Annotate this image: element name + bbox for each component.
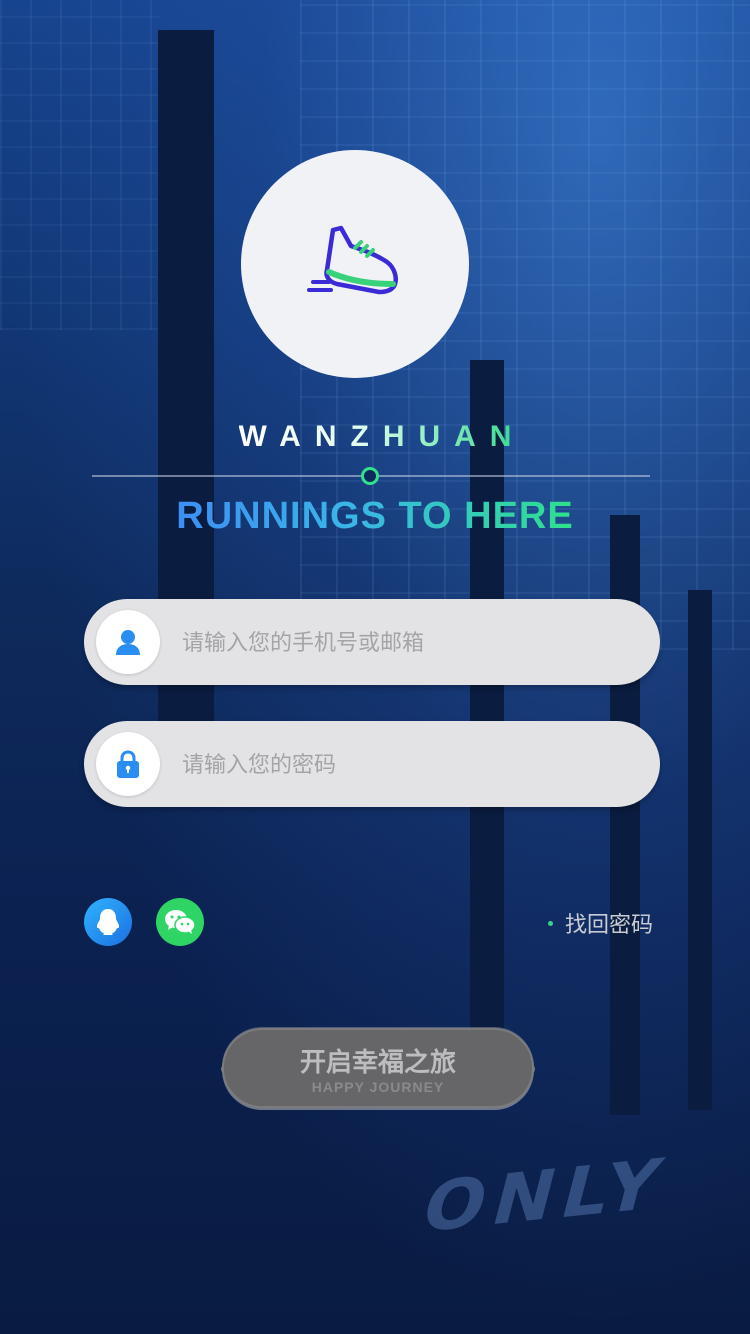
bullet-dot (548, 920, 553, 926)
start-button-label: 开启幸福之旅 (299, 1048, 456, 1078)
tagline-text: RUNNINGS TO HERE (176, 495, 574, 537)
start-journey-button[interactable]: 开启幸福之旅 HAPPY JOURNEY (222, 1028, 534, 1108)
qq-icon (96, 909, 120, 935)
background-pole (470, 360, 504, 1060)
qq-login-button[interactable] (84, 898, 132, 946)
user-icon (116, 630, 140, 655)
brand-name-text: WANZHUAN (238, 420, 526, 453)
brand-name: WANZHUAN (0, 420, 750, 454)
start-button-sublabel: HAPPY JOURNEY (311, 1079, 445, 1095)
account-input[interactable] (180, 599, 644, 687)
app-logo (241, 150, 469, 378)
wechat-login-button[interactable] (156, 898, 204, 946)
forgot-password-label: 找回密码 (565, 913, 654, 938)
forgot-password-link[interactable]: 找回密码 (548, 908, 653, 938)
lock-icon (117, 750, 139, 778)
wechat-icon (165, 910, 196, 934)
tagline: RUNNINGS TO HERE (0, 495, 750, 538)
background-pole (688, 590, 712, 1110)
account-field (84, 599, 660, 687)
running-shoe-icon (307, 225, 398, 295)
password-input[interactable] (180, 721, 644, 809)
password-field (84, 721, 660, 809)
lock-icon-badge (96, 732, 160, 796)
background-building-grid-left (0, 0, 160, 330)
user-icon-badge (96, 610, 160, 674)
divider-dot (361, 467, 379, 485)
